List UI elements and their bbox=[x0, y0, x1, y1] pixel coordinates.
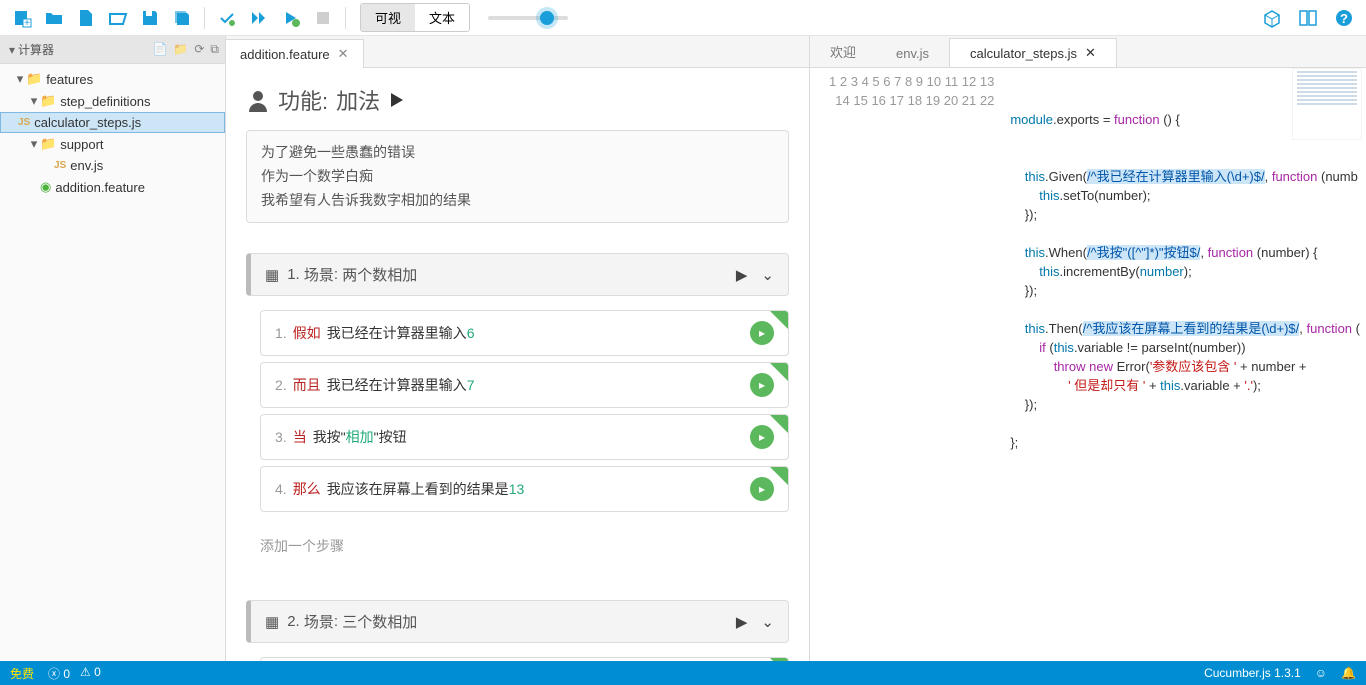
tab-welcome[interactable]: 欢迎 bbox=[810, 36, 876, 67]
fast-forward-icon[interactable] bbox=[245, 4, 273, 32]
step-row[interactable]: 3.当 我按"相加"按钮▸ bbox=[260, 414, 789, 460]
add-step-link[interactable]: 添加一个步骤 bbox=[246, 532, 789, 560]
scenario-icon: ▦ bbox=[265, 266, 279, 284]
view-text-button[interactable]: 文本 bbox=[415, 4, 469, 31]
svg-text:+: + bbox=[24, 18, 30, 28]
layout-icon[interactable] bbox=[1294, 4, 1322, 32]
project-sidebar: ▾ 计算器 📄 📁 ⟳ ⧉ ▾📁features ▾📁step_definiti… bbox=[0, 36, 226, 661]
play-icon[interactable] bbox=[388, 91, 406, 109]
play-icon[interactable]: ▶ bbox=[736, 613, 748, 631]
chevron-down-icon[interactable]: ⌄ bbox=[761, 266, 774, 284]
sidebar-header: ▾ 计算器 📄 📁 ⟳ ⧉ bbox=[0, 36, 225, 64]
step-row[interactable]: 1.假如 我已经在计算器里输入6▸ bbox=[260, 657, 789, 661]
close-icon[interactable]: ✕ bbox=[1085, 45, 1096, 61]
tab-calculator-steps[interactable]: calculator_steps.js ✕ bbox=[949, 38, 1117, 67]
step-row[interactable]: 4.那么 我应该在屏幕上看到的结果是13▸ bbox=[260, 466, 789, 512]
chevron-down-icon[interactable]: ▾ bbox=[6, 43, 18, 57]
view-visual-button[interactable]: 可视 bbox=[361, 4, 415, 31]
error-count: ⓧ 0 bbox=[48, 665, 70, 682]
tree-file-addition-feature[interactable]: ◉addition.feature bbox=[0, 176, 225, 198]
new-doc-icon[interactable] bbox=[72, 4, 100, 32]
feature-title: 功能: 加法 bbox=[246, 84, 789, 116]
code-editor-panel: 欢迎 env.js calculator_steps.js ✕ 1 2 3 4 … bbox=[810, 36, 1366, 661]
save-all-icon[interactable] bbox=[168, 4, 196, 32]
stop-icon[interactable] bbox=[309, 4, 337, 32]
status-bar: 免费 ⓧ 0 ⚠ 0 Cucumber.js 1.3.1 ☺ 🔔 bbox=[0, 661, 1366, 685]
new-file-icon[interactable]: + bbox=[8, 4, 36, 32]
collapse-icon[interactable]: ⧉ bbox=[210, 42, 219, 57]
tab-addition-feature[interactable]: addition.feature ✕ bbox=[226, 39, 364, 68]
play-icon[interactable]: ▶ bbox=[736, 266, 748, 284]
feature-description: 为了避免一些愚蠢的错误 作为一个数学白痴 我希望有人告诉我数字相加的结果 bbox=[246, 130, 789, 223]
feature-tabs: addition.feature ✕ bbox=[226, 36, 809, 68]
project-title: 计算器 bbox=[18, 41, 54, 58]
bell-icon[interactable]: 🔔 bbox=[1341, 666, 1356, 680]
svg-text:?: ? bbox=[1340, 11, 1348, 26]
main-toolbar: + 可视 文本 ? bbox=[0, 0, 1366, 36]
new-folder-action-icon[interactable]: 📁 bbox=[173, 42, 188, 57]
scenario-2[interactable]: ▦ 2. 场景 : 三个数相加 ▶ ⌄ bbox=[246, 600, 789, 643]
tree-folder-features[interactable]: ▾📁features bbox=[0, 68, 225, 90]
chevron-down-icon[interactable]: ⌄ bbox=[761, 613, 774, 631]
code-area[interactable]: 1 2 3 4 5 6 7 8 9 10 11 12 13 14 15 16 1… bbox=[810, 68, 1366, 661]
open-file-icon[interactable] bbox=[104, 4, 132, 32]
status-free[interactable]: 免费 bbox=[10, 665, 34, 682]
tree-file-calculator-steps[interactable]: JScalculator_steps.js bbox=[0, 112, 225, 133]
engine-label[interactable]: Cucumber.js 1.3.1 bbox=[1204, 666, 1301, 680]
user-icon bbox=[246, 88, 270, 112]
zoom-slider[interactable] bbox=[488, 16, 568, 20]
run-icon[interactable] bbox=[277, 4, 305, 32]
tree-folder-support[interactable]: ▾📁support bbox=[0, 133, 225, 155]
new-file-action-icon[interactable]: 📄 bbox=[152, 42, 167, 57]
help-icon[interactable]: ? bbox=[1330, 4, 1358, 32]
tree-folder-step-definitions[interactable]: ▾📁step_definitions bbox=[0, 90, 225, 112]
scenario-1[interactable]: ▦ 1. 场景 : 两个数相加 ▶ ⌄ bbox=[246, 253, 789, 296]
feature-panel: addition.feature ✕ 功能: 加法 为了避免一些愚蠢的错误 作为… bbox=[226, 36, 810, 661]
minimap[interactable] bbox=[1292, 68, 1362, 140]
step-row[interactable]: 2.而且 我已经在计算器里输入7▸ bbox=[260, 362, 789, 408]
scenario-icon: ▦ bbox=[265, 613, 279, 631]
file-tree: ▾📁features ▾📁step_definitions JScalculat… bbox=[0, 64, 225, 202]
tab-env[interactable]: env.js bbox=[876, 40, 949, 67]
open-folder-icon[interactable] bbox=[40, 4, 68, 32]
view-mode-toggle[interactable]: 可视 文本 bbox=[360, 3, 470, 32]
refresh-icon[interactable]: ⟳ bbox=[194, 42, 204, 57]
save-icon[interactable] bbox=[136, 4, 164, 32]
check-icon[interactable] bbox=[213, 4, 241, 32]
tree-file-env[interactable]: JSenv.js bbox=[0, 155, 225, 176]
step-row[interactable]: 1.假如 我已经在计算器里输入6▸ bbox=[260, 310, 789, 356]
tab-label: addition.feature bbox=[240, 47, 330, 62]
warn-count: ⚠ 0 bbox=[80, 665, 101, 682]
status-diagnostics[interactable]: ⓧ 0 ⚠ 0 bbox=[48, 665, 101, 682]
close-icon[interactable]: ✕ bbox=[338, 46, 349, 62]
smile-icon[interactable]: ☺ bbox=[1315, 666, 1327, 680]
package-icon[interactable] bbox=[1258, 4, 1286, 32]
editor-tabs: 欢迎 env.js calculator_steps.js ✕ bbox=[810, 36, 1366, 68]
